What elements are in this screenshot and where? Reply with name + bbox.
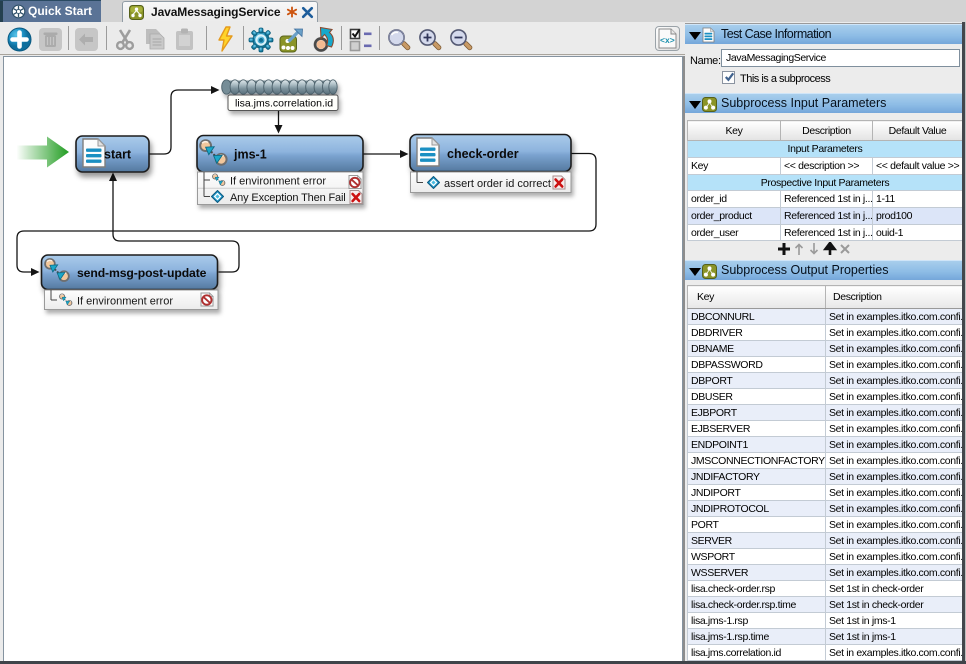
svg-text:If environment error: If environment error <box>230 176 326 188</box>
svg-text:Any Exception Then Fail: Any Exception Then Fail <box>230 192 346 204</box>
svg-text:start: start <box>104 148 132 162</box>
svg-text:If environment error: If environment error <box>77 296 173 308</box>
svg-text:<x>: <x> <box>660 35 675 45</box>
svg-text:assert order id correct: assert order id correct <box>444 178 551 190</box>
svg-text:jms-1: jms-1 <box>233 148 267 162</box>
svg-text:check-order: check-order <box>447 147 519 161</box>
svg-text:send-msg-post-update: send-msg-post-update <box>77 266 207 280</box>
svg-text:lisa.jms.correlation.id: lisa.jms.correlation.id <box>235 98 333 110</box>
